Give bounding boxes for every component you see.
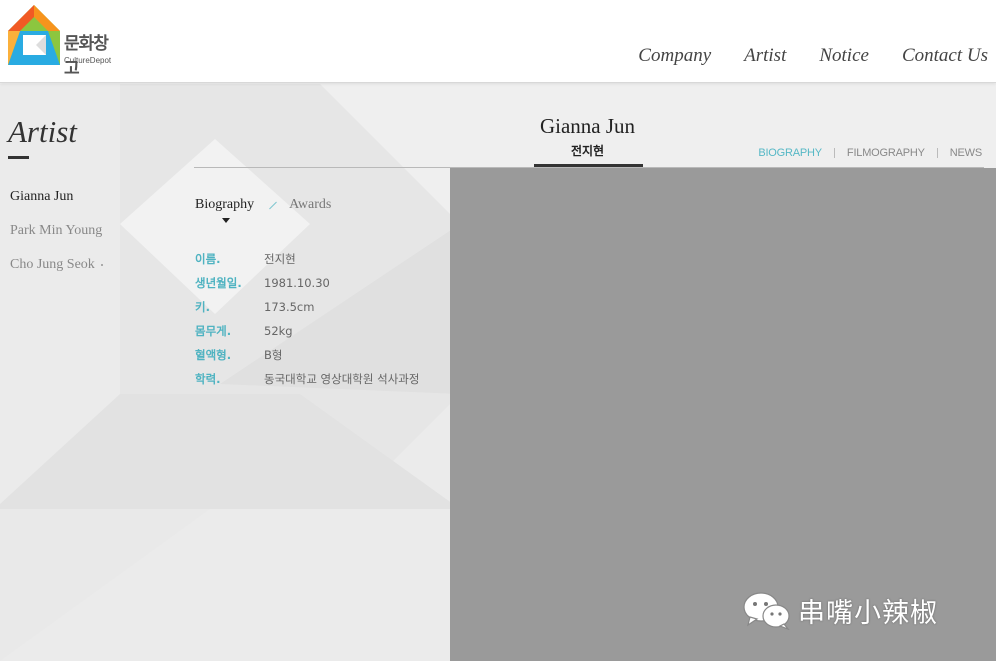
info-label: 혈액형. (195, 348, 232, 362)
site-logo[interactable]: 문화창고 CultureDepot (8, 5, 118, 79)
caret-down-icon (222, 218, 230, 223)
house-logo-icon (8, 5, 60, 65)
info-row-education: 학력. 동국대학교 영상대학원 석사과정 (195, 367, 419, 391)
info-row-name: 이름. 전지현 (195, 247, 419, 271)
artist-list: Gianna Jun Park Min Young Cho Jung Seok (10, 188, 103, 290)
subtab-biography[interactable]: Biography (195, 197, 254, 213)
nav-contact-us[interactable]: Contact Us (902, 45, 988, 67)
watermark: 串嘴小辣椒 (742, 590, 938, 630)
info-row-weight: 몸무게. 52kg (195, 319, 419, 343)
info-row-height: 키. 173.5cm (195, 295, 419, 319)
profile-info-table: 이름. 전지현 생년월일. 1981.10.30 키. 173.5cm 몸무게.… (195, 247, 419, 391)
info-value: 1981.10.30 (264, 276, 330, 290)
info-value: B형 (264, 348, 283, 362)
info-row-blood-type: 혈액형. B형 (195, 343, 419, 367)
info-label: 키. (195, 300, 210, 314)
nav-artist[interactable]: Artist (744, 45, 786, 67)
artist-name-english: Gianna Jun (539, 114, 636, 138)
info-label: 생년월일. (195, 276, 242, 290)
main-nav: Company Artist Notice Contact Us (638, 45, 988, 67)
site-header: 문화창고 CultureDepot Company Artist Notice … (0, 0, 996, 83)
sidebar-title-rule (8, 156, 29, 159)
subtab-awards[interactable]: Awards (289, 197, 331, 213)
sidebar-item-label: Cho Jung Seok (10, 257, 95, 272)
info-value: 52kg (264, 324, 293, 338)
watermark-text: 串嘴小辣椒 (798, 597, 938, 629)
info-value: 동국대학교 영상대학원 석사과정 (264, 372, 420, 386)
info-value: 173.5cm (264, 300, 315, 314)
nav-notice[interactable]: Notice (819, 45, 869, 67)
sidebar-item-cho-jung-seok[interactable]: Cho Jung Seok (10, 256, 103, 290)
content-divider (194, 167, 984, 168)
sidebar-item-gianna-jun[interactable]: Gianna Jun (10, 188, 103, 222)
tab-biography[interactable]: BIOGRAPHY (758, 147, 822, 159)
tab-separator (833, 148, 835, 158)
tab-separator (936, 148, 938, 158)
sidebar-title: Artist (8, 114, 77, 149)
info-value: 전지현 (264, 252, 296, 266)
tab-news[interactable]: NEWS (950, 147, 982, 159)
info-row-birthdate: 생년월일. 1981.10.30 (195, 271, 419, 295)
artist-name-korean: 전지현 (570, 144, 605, 158)
logo-korean-text: 문화창고 (64, 34, 109, 79)
info-label: 몸무게. (195, 324, 232, 338)
sidebar-item-label: Gianna Jun (10, 189, 74, 204)
tab-filmography[interactable]: FILMOGRAPHY (847, 147, 925, 159)
sidebar-item-park-min-young[interactable]: Park Min Young (10, 222, 103, 256)
wechat-icon (743, 592, 790, 630)
slash-separator-icon (269, 201, 277, 209)
logo-english-text: CultureDepot (64, 56, 112, 65)
artist-photo (450, 168, 996, 661)
sidebar-item-label: Park Min Young (10, 223, 103, 238)
info-label: 학력. (195, 372, 221, 386)
bullet-dot-icon (100, 263, 103, 266)
biography-subtabs: Biography Awards (195, 197, 331, 213)
info-label: 이름. (195, 252, 221, 266)
nav-company[interactable]: Company (638, 45, 711, 67)
artist-tabs: BIOGRAPHY FILMOGRAPHY NEWS (758, 147, 982, 159)
